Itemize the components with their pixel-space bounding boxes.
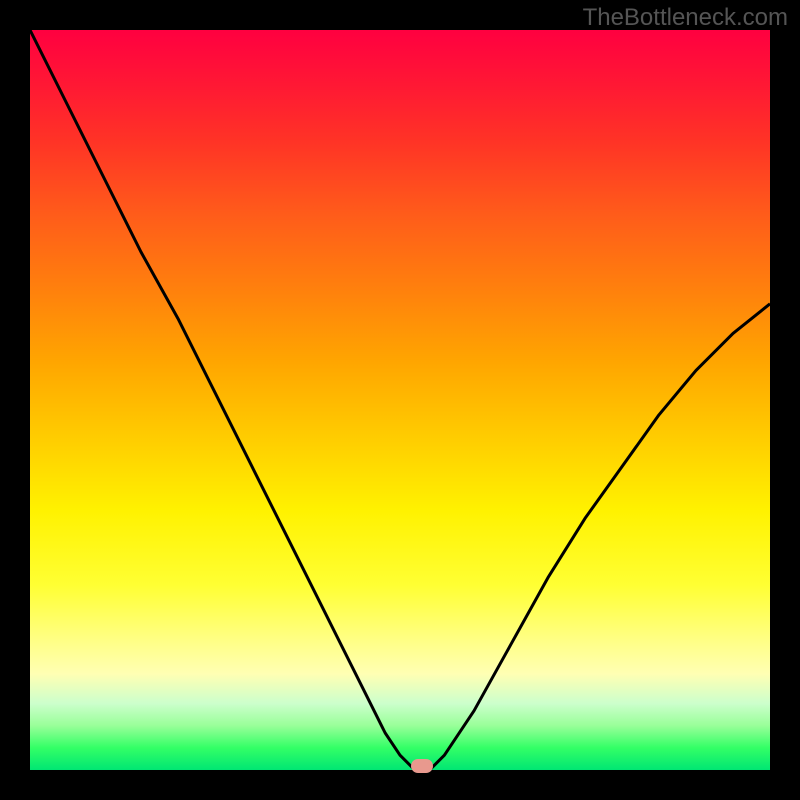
curve-svg bbox=[30, 30, 770, 770]
watermark-text: TheBottleneck.com bbox=[583, 4, 788, 32]
optimal-marker bbox=[411, 759, 433, 773]
chart-container: TheBottleneck.com bbox=[0, 0, 800, 800]
bottleneck-curve bbox=[30, 30, 770, 770]
plot-area bbox=[30, 30, 770, 770]
